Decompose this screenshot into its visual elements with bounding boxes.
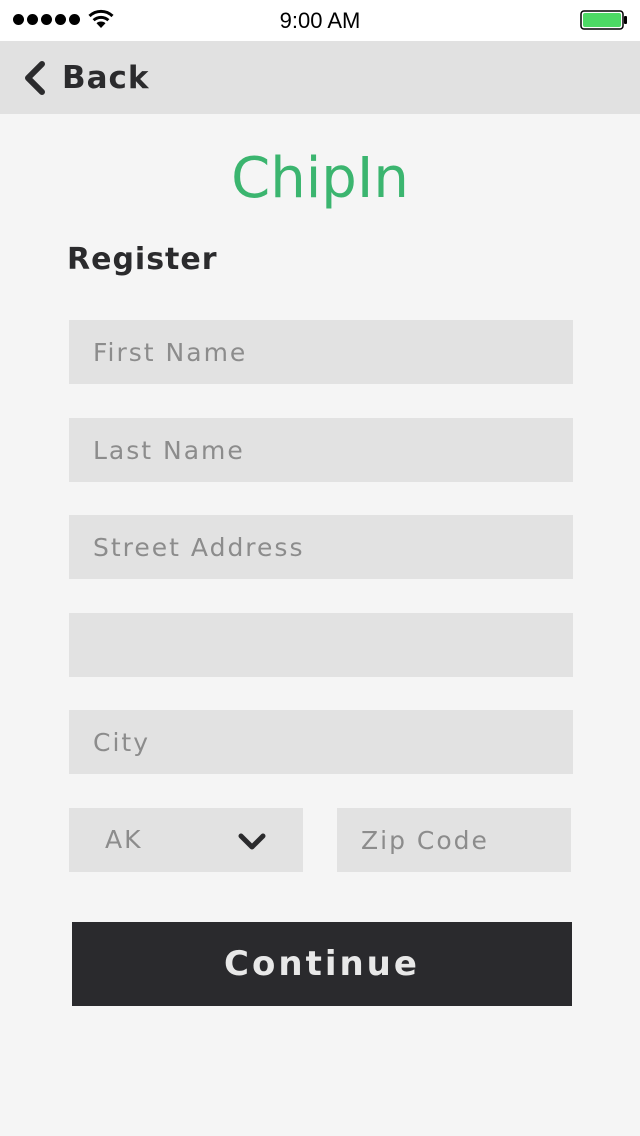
street-address-input[interactable] (69, 515, 573, 579)
page-title: Register (67, 242, 218, 277)
street-address-line2-input[interactable] (69, 613, 573, 677)
status-time: 9:00 AM (279, 8, 361, 33)
last-name-input[interactable] (69, 418, 573, 482)
state-select[interactable]: AK (69, 808, 303, 872)
state-select-value: AK (105, 825, 143, 854)
back-label: Back (62, 60, 150, 96)
zip-code-input[interactable] (337, 808, 571, 872)
continue-button[interactable]: Continue (72, 922, 572, 1006)
battery-icon (580, 10, 627, 30)
city-input[interactable] (69, 710, 573, 774)
navigation-bar: Back (0, 41, 640, 114)
chevron-left-icon (25, 61, 45, 95)
app-logo-text: ChipIn (231, 146, 409, 211)
first-name-input[interactable] (69, 320, 573, 384)
back-button[interactable]: Back (22, 51, 150, 105)
status-bar: 9:00 AM (0, 0, 640, 41)
chevron-down-icon (238, 833, 266, 850)
